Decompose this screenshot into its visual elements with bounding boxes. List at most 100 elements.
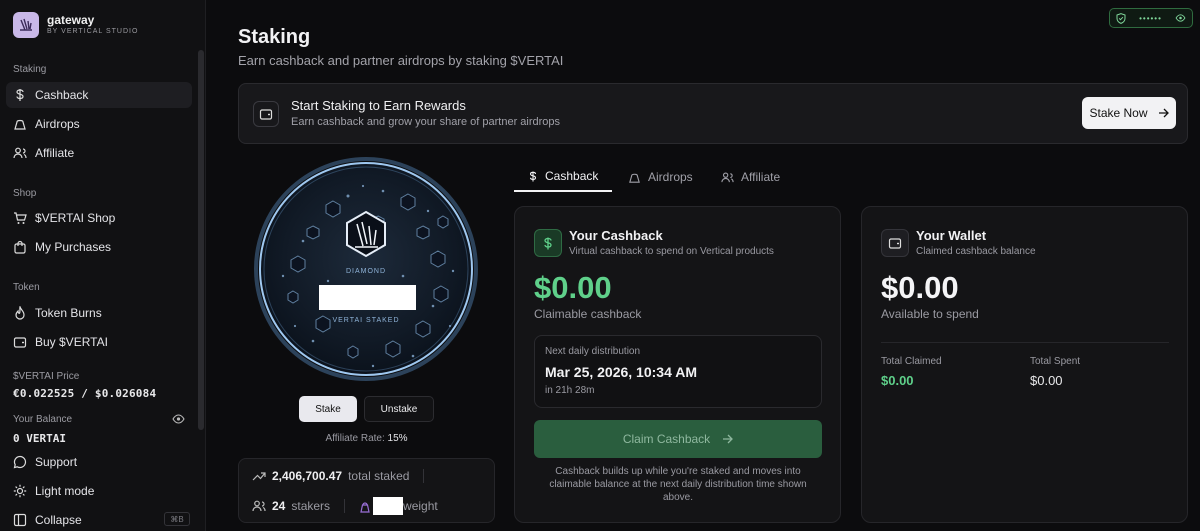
light-mode-label: Light mode <box>35 484 95 498</box>
affiliate-rate: Affiliate Rate: 15% <box>238 433 495 444</box>
tab-airdrops[interactable]: Airdrops <box>614 162 707 192</box>
banner-subtitle: Earn cashback and grow your share of par… <box>291 116 561 128</box>
users-icon <box>721 171 734 184</box>
support-link[interactable]: Support <box>6 449 192 475</box>
masked-address: •••••• <box>1139 13 1162 23</box>
tab-label: Affiliate <box>741 170 781 184</box>
wallet-amount-label: Available to spend <box>881 307 979 321</box>
wallet-title: Your Wallet <box>916 228 987 243</box>
total-spent-label: Total Spent <box>1030 356 1081 367</box>
wallet-icon <box>253 101 279 127</box>
parachute-icon <box>628 171 641 184</box>
dollar-icon <box>534 229 562 257</box>
support-label: Support <box>35 455 78 469</box>
sidebar-item-buy[interactable]: Buy $VERTAI <box>6 329 192 355</box>
collapse-label: Collapse <box>35 513 82 527</box>
stake-now-button[interactable]: Stake Now <box>1082 97 1176 129</box>
wallet-subtitle: Claimed cashback balance <box>916 246 1036 257</box>
brand-logo-icon <box>13 12 39 38</box>
sidebar-item-purchases[interactable]: My Purchases <box>6 234 192 260</box>
stake-button[interactable]: Stake <box>299 396 357 422</box>
section-label-staking: Staking <box>13 64 47 75</box>
unstake-button[interactable]: Unstake <box>364 396 434 422</box>
section-label-shop: Shop <box>13 188 37 199</box>
price-label: $VERTAI Price <box>13 371 80 382</box>
sidebar-item-label: Buy $VERTAI <box>35 335 108 349</box>
brand-name: gateway <box>47 13 95 27</box>
sidebar-item-burns[interactable]: Token Burns <box>6 300 192 326</box>
brand[interactable]: gateway BY VERTICAL STUDIO <box>13 12 138 38</box>
cart-icon <box>13 211 27 225</box>
sidebar-item-cashback[interactable]: Cashback <box>6 82 192 108</box>
flame-icon <box>13 306 27 320</box>
parachute-icon <box>13 117 27 131</box>
price-value: €0.022525 / $0.026084 <box>13 387 157 400</box>
claim-cashback-button[interactable]: Claim Cashback <box>534 420 822 458</box>
users-icon <box>13 146 27 160</box>
banner-title: Start Staking to Earn Rewards <box>291 98 466 113</box>
brand-subtitle: BY VERTICAL STUDIO <box>47 28 139 35</box>
tab-affiliate[interactable]: Affiliate <box>707 162 794 192</box>
sidebar-item-airdrops[interactable]: Airdrops <box>6 111 192 137</box>
shield-check-icon <box>1116 12 1126 24</box>
sidebar-item-label: Cashback <box>35 88 89 102</box>
stakers-row: 24 stakers weight <box>252 497 438 515</box>
wallet-icon <box>13 335 27 349</box>
users-icon <box>252 499 266 513</box>
divider <box>423 469 425 483</box>
balance-value: 0 VERTAI <box>13 432 66 445</box>
cashback-subtitle: Virtual cashback to spend on Vertical pr… <box>569 246 774 257</box>
sidebar-scrollbar[interactable] <box>198 50 204 430</box>
redacted-weight <box>373 497 404 515</box>
staking-tier-orb: DIAMOND VERTAI STAKED <box>253 156 479 382</box>
wallet-amount: $0.00 <box>881 270 959 305</box>
wallet-card: Your Wallet Claimed cashback balance $0.… <box>861 206 1188 523</box>
sidebar-item-shop[interactable]: $VERTAI Shop <box>6 205 192 231</box>
total-staked-row: 2,406,700.47 total staked <box>252 469 432 483</box>
wallet-icon <box>881 229 909 257</box>
light-mode-toggle[interactable]: Light mode <box>6 478 192 504</box>
next-distribution-countdown: in 21h 28m <box>545 385 595 396</box>
sun-icon <box>13 484 27 498</box>
sidebar-item-label: $VERTAI Shop <box>35 211 116 225</box>
cashback-note: Cashback builds up while you're staked a… <box>549 466 807 503</box>
dollar-icon <box>528 170 538 183</box>
trending-up-icon <box>252 471 266 481</box>
section-label-token: Token <box>13 282 40 293</box>
stake-now-label: Stake Now <box>1089 106 1148 120</box>
cashback-card: Your Cashback Virtual cashback to spend … <box>514 206 841 523</box>
divider <box>344 499 346 513</box>
sidebar-item-label: Airdrops <box>35 117 80 131</box>
sidebar: gateway BY VERTICAL STUDIO Staking Cashb… <box>0 0 206 531</box>
wallet-status-pill[interactable]: •••••• <box>1109 8 1193 28</box>
tab-label: Cashback <box>545 169 599 183</box>
cashback-title: Your Cashback <box>569 228 663 243</box>
total-claimed-label: Total Claimed <box>881 356 942 367</box>
cashback-amount-label: Claimable cashback <box>534 307 642 321</box>
weight-label: weight <box>403 499 438 513</box>
affiliate-rate-label: Affiliate Rate: <box>325 433 385 444</box>
stakers-value: 24 <box>272 499 286 513</box>
eye-icon[interactable] <box>172 414 185 424</box>
sidebar-item-label: Affiliate <box>35 146 75 160</box>
eye-icon[interactable] <box>1175 14 1186 22</box>
dollar-icon <box>13 88 27 102</box>
sidebar-item-affiliate[interactable]: Affiliate <box>6 140 192 166</box>
weight-icon <box>359 500 371 513</box>
page-subtitle: Earn cashback and partner airdrops by st… <box>238 53 564 68</box>
claim-cashback-label: Claim Cashback <box>622 432 711 446</box>
next-distribution-label: Next daily distribution <box>545 346 641 357</box>
arrow-right-icon <box>722 434 734 444</box>
total-staked-label: total staked <box>348 469 410 483</box>
tier-label: DIAMOND <box>345 268 387 275</box>
chat-icon <box>13 455 27 469</box>
wallet-divider <box>881 342 1169 343</box>
staking-banner: Start Staking to Earn Rewards Earn cashb… <box>238 83 1188 144</box>
collapse-shortcut: ⌘B <box>164 512 190 526</box>
staked-label: VERTAI STAKED <box>332 317 400 324</box>
redacted-staked-amount <box>319 285 416 310</box>
cashback-amount: $0.00 <box>534 270 612 305</box>
bag-icon <box>13 240 27 254</box>
balance-label: Your Balance <box>13 414 73 425</box>
tab-cashback[interactable]: Cashback <box>514 162 613 192</box>
